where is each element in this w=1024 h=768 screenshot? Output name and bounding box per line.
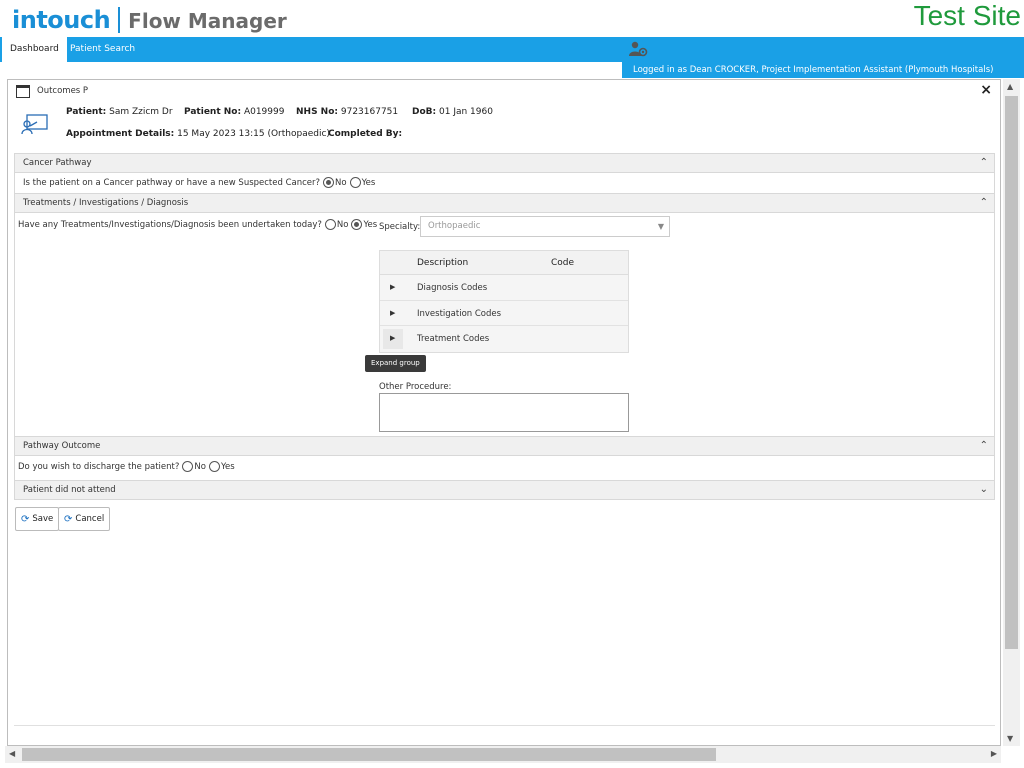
outcomes-dialog: Outcomes P × Patient: Sam Zzicm Dr Patie… [7,79,1001,746]
vertical-scroll-thumb[interactable] [1005,96,1018,649]
chevron-up-icon[interactable]: ⌃ [980,194,988,212]
dialog-title: Outcomes P [37,86,89,96]
tab-dashboard[interactable]: Dashboard [2,37,67,63]
horizontal-scrollbar[interactable]: ◀ ▶ [5,746,1001,763]
scroll-up-icon[interactable]: ▲ [1007,82,1013,91]
tab-patient-search[interactable]: Patient Search [62,37,143,62]
section-body-treatments: Have any Treatments/Investigations/Diagn… [14,213,995,436]
treatments-question: Have any Treatments/Investigations/Diagn… [18,219,378,230]
nhs-number: NHS No: 9723167751 [296,107,399,117]
other-procedure-label: Other Procedure: [379,382,452,392]
section-cancer-pathway[interactable]: Cancer Pathway ⌃ [14,153,995,173]
expand-group-tooltip: Expand group [365,355,426,372]
section-body-cancer: Is the patient on a Cancer pathway or ha… [14,173,995,193]
close-icon[interactable]: × [980,82,992,98]
column-code: Code [551,258,575,268]
section-title: Treatments / Investigations / Diagnosis [23,198,189,208]
table-row[interactable]: ▶ Investigation Codes [380,300,628,326]
app-header: intouch Flow Manager Test Site [0,0,1024,37]
appointment-details: Appointment Details: 15 May 2023 13:15 (… [66,129,330,139]
treatments-radio-yes[interactable] [351,219,363,230]
nav-bar: Dashboard Patient Search [0,37,1024,63]
date-of-birth: DoB: 01 Jan 1960 [412,107,493,117]
save-button[interactable]: ⟳ Save [15,507,60,531]
specialty-select[interactable]: Orthopaedic ▼ [420,216,670,237]
section-treatments[interactable]: Treatments / Investigations / Diagnosis … [14,193,995,213]
patient-number: Patient No: A019999 [184,107,285,117]
column-description: Description [417,258,469,268]
completed-by: Completed By: [328,129,403,139]
dialog-title-bar: Outcomes P × [8,80,1000,102]
discharge-radio-no[interactable] [182,461,194,472]
table-row[interactable]: ▶ Treatment Codes [380,326,628,352]
logo-flow-manager: Flow Manager [128,9,287,33]
scroll-down-icon[interactable]: ▼ [1007,734,1013,743]
cancel-button[interactable]: ⟳ Cancel [58,507,111,531]
expand-triangle-icon[interactable]: ▶ [390,283,395,291]
refresh-icon: ⟳ [64,513,73,525]
chevron-up-icon[interactable]: ⌃ [980,154,988,172]
other-procedure-input[interactable] [379,393,629,432]
logged-in-status: Logged in as Dean CROCKER, Project Imple… [622,62,1024,78]
patient-name: Patient: Sam Zzicm Dr [66,107,173,117]
horizontal-scroll-thumb[interactable] [22,748,716,761]
cancer-radio-yes[interactable] [349,177,361,188]
app-logo: intouch Flow Manager [12,3,287,36]
section-patient-dna[interactable]: Patient did not attend ⌄ [14,480,995,500]
chevron-down-icon[interactable]: ⌄ [980,481,988,499]
cancer-question: Is the patient on a Cancer pathway or ha… [23,177,376,188]
expand-triangle-icon[interactable]: ▶ [390,309,395,317]
dialog-footer-divider [14,725,995,726]
logo-intouch: intouch [12,5,111,34]
cancer-radio-no[interactable] [323,177,335,188]
logo-divider [118,6,121,33]
discharge-question: Do you wish to discharge the patient? No… [18,461,235,472]
test-site-label: Test Site [913,0,1021,31]
user-gear-icon[interactable] [628,41,648,57]
section-body-pathway: Do you wish to discharge the patient? No… [14,456,995,480]
section-title: Cancer Pathway [23,158,92,168]
window-icon [16,85,30,98]
scroll-right-icon[interactable]: ▶ [991,749,997,758]
expand-triangle-icon[interactable]: ▶ [390,334,395,342]
scroll-left-icon[interactable]: ◀ [9,749,15,758]
section-title: Pathway Outcome [23,441,101,451]
patient-presentation-icon [21,114,48,135]
codes-table-header: Description Code [380,251,628,275]
codes-table: Description Code ▶ Diagnosis Codes ▶ Inv… [379,250,629,353]
vertical-scrollbar[interactable]: ▲ ▼ [1003,79,1020,746]
specialty-label: Specialty: [379,222,421,232]
section-pathway-outcome[interactable]: Pathway Outcome ⌃ [14,436,995,456]
dropdown-arrow-icon: ▼ [657,222,664,231]
treatments-radio-no[interactable] [324,219,336,230]
chevron-up-icon[interactable]: ⌃ [980,437,988,455]
refresh-icon: ⟳ [21,513,30,525]
table-row[interactable]: ▶ Diagnosis Codes [380,275,628,301]
discharge-radio-yes[interactable] [208,461,220,472]
section-title: Patient did not attend [23,485,116,495]
